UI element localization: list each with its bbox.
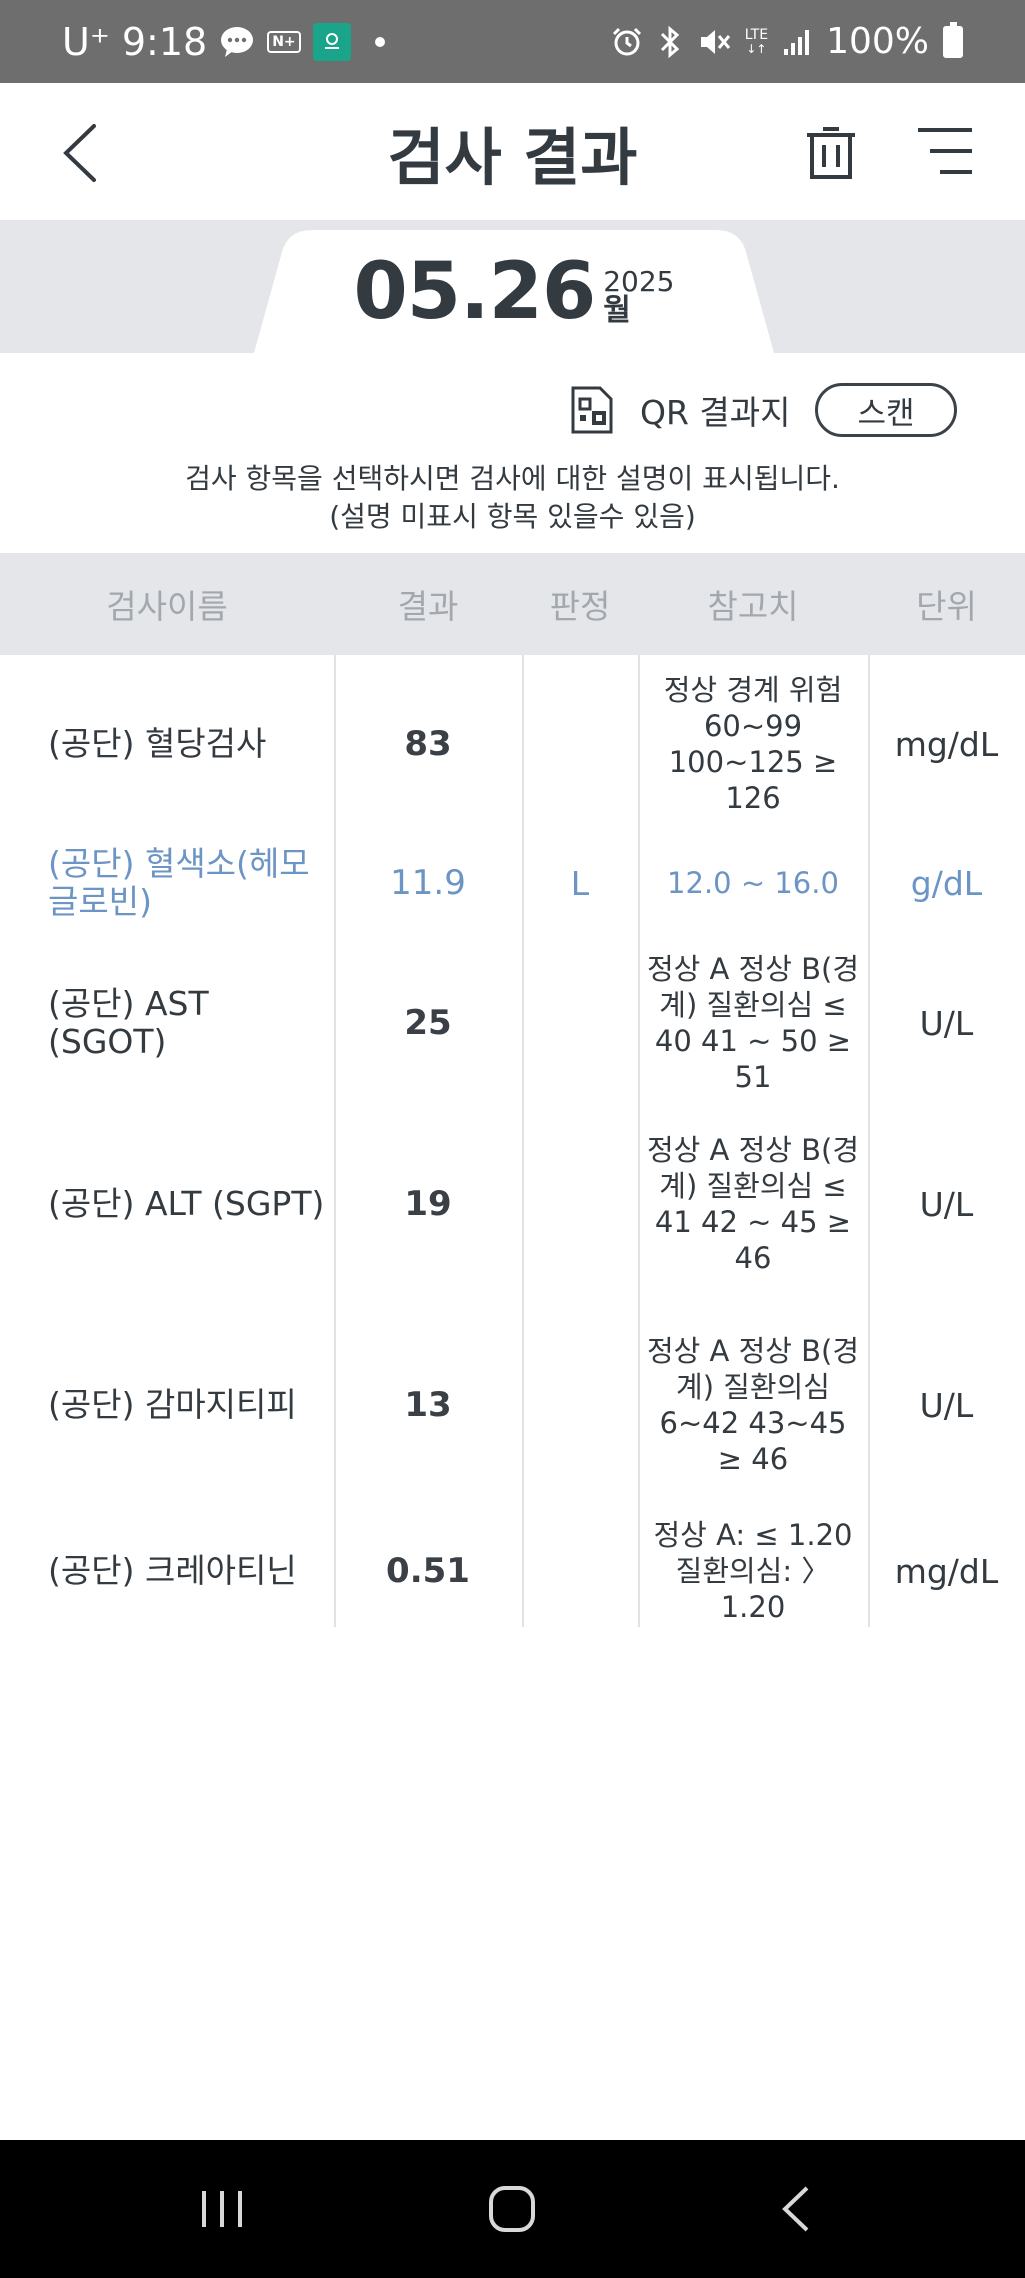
test-unit: U/L [919, 1385, 974, 1425]
test-unit: mg/dL [894, 1551, 999, 1591]
system-nav-bar [0, 2140, 1025, 2278]
test-name: (공단) 감마지티피 [48, 1385, 297, 1424]
test-judgement [522, 1113, 638, 1295]
qr-document-icon [571, 386, 613, 434]
test-unit: g/dL [910, 863, 983, 903]
status-right: LTE ↓↑ 100% [611, 0, 963, 83]
test-reference: 정상 A 정상 B(경계) 질환의심 6~42 43~45 ≥ 46 [646, 1334, 860, 1476]
test-result: 25 [404, 1003, 452, 1043]
test-reference: 정상 A: ≤ 1.20 질환의심: 〉1.20 [653, 1518, 853, 1624]
test-result: 13 [404, 1385, 452, 1425]
health-app-icon [312, 22, 351, 61]
status-bar: U⁺ 9:18 N+ LTE ↓↑ 100% [0, 0, 1025, 83]
test-result: 11.9 [390, 863, 466, 903]
test-unit: U/L [919, 1003, 974, 1043]
notice-line-1: 검사 항목을 선택하시면 검사에 대한 설명이 표시됩니다. [185, 462, 840, 495]
status-left: U⁺ 9:18 N+ [62, 0, 385, 83]
notification-dot-icon [374, 36, 385, 47]
battery-icon [943, 21, 963, 58]
scan-button[interactable]: 스캔 [815, 383, 957, 437]
date-selector[interactable]: 05.26 2025 월 [254, 230, 774, 353]
header-judgement: 판정 [549, 587, 611, 626]
test-reference: 정상 A 정상 B(경계) 질환의심 ≤ 40 41 ~ 50 ≥ 51 [646, 952, 860, 1094]
header-result: 결과 [397, 587, 459, 626]
date-side: 2025 월 [603, 264, 675, 328]
header-name: 검사이름 [106, 587, 228, 626]
table-row[interactable]: (공단) 크레아티닌 0.51 정상 A: ≤ 1.20 질환의심: 〉1.20… [0, 1515, 1025, 1627]
chat-bubble-icon [219, 25, 255, 59]
table-row[interactable]: (공단) AST (SGOT) 25 정상 A 정상 B(경계) 질환의심 ≤ … [0, 933, 1025, 1113]
app-header: 검사 결과 [0, 83, 1025, 220]
results-table: (공단) 혈당검사 83 정상 경계 위험 60~99 100~125 ≥ 12… [0, 655, 1025, 1627]
table-row[interactable]: (공단) ALT (SGPT) 19 정상 A 정상 B(경계) 질환의심 ≤ … [0, 1113, 1025, 1295]
test-judgement [522, 655, 638, 833]
test-reference: 정상 경계 위험 60~99 100~125 ≥ 126 [663, 673, 843, 815]
date-main: 05.26 [353, 246, 597, 337]
test-judgement [522, 1295, 638, 1515]
back-button[interactable] [45, 113, 115, 193]
battery-percent: 100% [826, 21, 929, 62]
test-name: (공단) 혈당검사 [48, 724, 267, 763]
test-reference: 정상 A 정상 B(경계) 질환의심 ≤ 41 42 ~ 45 ≥ 46 [646, 1133, 860, 1275]
table-header: 검사이름 결과 판정 참고치 단위 [0, 553, 1025, 655]
home-icon [489, 2186, 535, 2232]
test-unit: mg/dL [894, 724, 999, 764]
test-result: 83 [404, 724, 452, 764]
mute-icon [697, 26, 731, 58]
menu-button[interactable] [912, 121, 978, 181]
trash-icon [807, 127, 855, 179]
test-unit: U/L [919, 1184, 974, 1224]
table-row[interactable]: (공단) 혈당검사 83 정상 경계 위험 60~99 100~125 ≥ 12… [0, 655, 1025, 833]
notice-line-2: (설명 미표시 항목 있을수 있음) [329, 500, 696, 533]
test-judgement [522, 933, 638, 1113]
alarm-icon [611, 26, 643, 58]
test-reference: 12.0 ~ 16.0 [667, 866, 839, 900]
test-name: (공단) AST (SGOT) [48, 984, 209, 1061]
signal-icon [782, 27, 812, 57]
test-judgement: L [570, 863, 590, 903]
test-result: 0.51 [386, 1551, 470, 1591]
qr-label: QR 결과지 [640, 393, 791, 432]
lte-icon: LTE ↓↑ [744, 26, 769, 56]
lte-label: LTE [744, 26, 769, 43]
bluetooth-icon [657, 25, 683, 59]
system-back-button[interactable] [726, 2140, 866, 2278]
date-year: 2025 [603, 264, 675, 298]
test-name: (공단) ALT (SGPT) [48, 1184, 325, 1223]
date-band: 05.26 2025 월 [0, 220, 1025, 353]
delete-button[interactable] [798, 119, 864, 185]
chevron-left-icon [782, 2186, 809, 2232]
test-name: (공단) 혈색소(헤모글로빈) [48, 844, 310, 921]
qr-row: QR 결과지 스캔 [0, 375, 1025, 445]
home-button[interactable] [442, 2140, 582, 2278]
carrier-label: U⁺ [62, 19, 110, 64]
n-pay-badge-icon: N+ [267, 30, 301, 53]
date-weekday: 월 [603, 292, 631, 328]
menu-icon [918, 128, 972, 174]
header-unit: 단위 [916, 587, 977, 626]
table-row[interactable]: (공단) 혈색소(헤모글로빈) 11.9 L 12.0 ~ 16.0 g/dL [0, 833, 1025, 933]
recent-apps-icon [202, 2191, 242, 2227]
notice-text: 검사 항목을 선택하시면 검사에 대한 설명이 표시됩니다. (설명 미표시 항… [0, 460, 1025, 536]
test-result: 19 [404, 1184, 452, 1224]
test-name: (공단) 크레아티닌 [48, 1551, 297, 1590]
chevron-left-icon [63, 124, 96, 182]
table-row[interactable]: (공단) 감마지티피 13 정상 A 정상 B(경계) 질환의심 6~42 43… [0, 1295, 1025, 1515]
clock: 9:18 [121, 19, 208, 64]
header-reference: 참고치 [707, 587, 799, 626]
test-judgement [522, 1515, 638, 1627]
page-title: 검사 결과 [387, 120, 638, 194]
recent-apps-button[interactable] [152, 2140, 292, 2278]
